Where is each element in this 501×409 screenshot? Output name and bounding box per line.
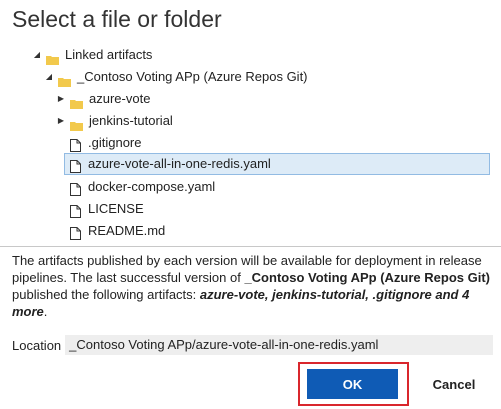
file-icon: [70, 181, 81, 196]
tree-item-readme[interactable]: README.md: [70, 220, 165, 242]
tree-item-docker-compose[interactable]: docker-compose.yaml: [70, 176, 215, 198]
tree-item-label: .gitignore: [88, 135, 142, 150]
tree-item-label: jenkins-tutorial: [89, 113, 173, 128]
ok-button[interactable]: OK: [307, 369, 398, 399]
folder-icon: [46, 50, 59, 65]
tree-item-label: azure-vote-all-in-one-redis.yaml: [88, 156, 271, 171]
file-icon: [70, 225, 81, 240]
caret-down-icon[interactable]: ◢: [44, 72, 54, 82]
tree-item-label: docker-compose.yaml: [88, 179, 216, 194]
file-icon: [70, 158, 81, 173]
tree-item-linked-artifacts[interactable]: ◢ Linked artifacts: [32, 44, 152, 66]
tree-item-gitignore[interactable]: .gitignore: [70, 132, 141, 154]
tree-item-jenkins-tutorial[interactable]: ▶ jenkins-tutorial: [56, 110, 173, 132]
tree-item-label: _Contoso Voting APp (Azure Repos Git): [77, 69, 308, 84]
tree-item-label: azure-vote: [89, 91, 151, 106]
info-text-part: .: [43, 304, 48, 319]
info-text-part: published the following artifacts:: [12, 287, 200, 302]
dialog-title: Select a file or folder: [12, 6, 222, 32]
caret-right-icon[interactable]: ▶: [56, 116, 66, 126]
cancel-button[interactable]: Cancel: [416, 369, 492, 399]
info-repo-name: _Contoso Voting APp (Azure Repos Git): [244, 270, 490, 285]
ok-button-highlight: OK: [298, 362, 409, 406]
location-field[interactable]: _Contoso Voting APp/azure-vote-all-in-on…: [65, 335, 494, 355]
file-icon: [70, 137, 81, 152]
tree-item-azure-vote[interactable]: ▶ azure-vote: [56, 88, 150, 110]
tree-item-azure-vote-all-in-one-redis[interactable]: azure-vote-all-in-one-redis.yaml: [64, 153, 490, 175]
tree-item-repo[interactable]: ◢ _Contoso Voting APp (Azure Repos Git): [44, 66, 308, 88]
tree-item-label: LICENSE: [88, 201, 144, 216]
artifacts-info-text: The artifacts published by each version …: [12, 252, 492, 320]
tree-item-label: Linked artifacts: [65, 47, 153, 62]
file-icon: [70, 203, 81, 218]
location-row: Location _Contoso Voting APp/azure-vote-…: [12, 335, 494, 355]
caret-right-icon[interactable]: ▶: [56, 94, 66, 104]
tree-item-label: README.md: [88, 223, 166, 238]
divider: [0, 246, 501, 247]
folder-icon: [70, 94, 83, 109]
tree-item-license[interactable]: LICENSE: [70, 198, 144, 220]
location-label: Location: [12, 337, 62, 353]
folder-icon: [58, 72, 71, 87]
folder-icon: [70, 116, 83, 131]
caret-down-icon[interactable]: ◢: [32, 50, 42, 60]
